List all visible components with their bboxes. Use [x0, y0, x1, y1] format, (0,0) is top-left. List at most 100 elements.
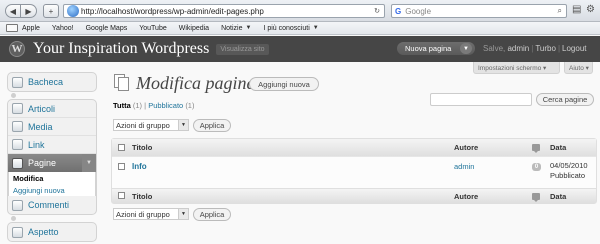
column-date[interactable]: Data	[550, 143, 566, 152]
bookmarks-book-icon[interactable]	[6, 24, 18, 32]
menu-item-dashboard[interactable]: Bacheca	[8, 73, 96, 91]
turbo-link[interactable]: Turbo	[535, 44, 556, 53]
status-filters: Tutta (1) | Pubblicato (1)	[113, 101, 194, 110]
greeting-text: Salve,	[483, 44, 508, 53]
help-tab[interactable]: Aiuto ▾	[564, 62, 593, 74]
new-page-button[interactable]: Nuova pagina ▼	[397, 42, 475, 55]
filter-published[interactable]: Pubblicato	[148, 101, 183, 110]
menu-item-links[interactable]: Link	[8, 136, 96, 154]
admin-header: W Your Inspiration Wordpress Visualizza …	[0, 36, 600, 62]
add-new-button[interactable]: Aggiungi nuova	[249, 77, 319, 91]
table-header: Titolo Autore Data	[112, 139, 596, 156]
chevron-down-icon[interactable]: ▼	[82, 154, 96, 172]
bookmark-piu-conosciuti[interactable]: I più conosciuti ▼	[263, 25, 318, 32]
column-title-footer[interactable]: Titolo	[132, 192, 152, 201]
page-title: Modifica pagine	[136, 73, 255, 93]
bookmark-notizie-label: Notizie	[221, 24, 243, 32]
gear-icon[interactable]: ⚙	[586, 4, 595, 15]
separator-dot	[11, 93, 16, 98]
apply-button-top[interactable]: Applica	[193, 119, 231, 132]
menu-item-label: Link	[28, 139, 45, 150]
filter-all[interactable]: Tutta	[113, 101, 131, 110]
menu-item-label: Pagine	[28, 158, 57, 168]
table-footer: Titolo Autore Data	[112, 188, 596, 203]
column-author: Autore	[454, 143, 479, 152]
bookmark-apple[interactable]: Apple	[22, 25, 40, 32]
pages-table: Titolo Autore Data Info admin 0 04/05/20…	[111, 138, 597, 204]
filter-separator: |	[144, 101, 147, 110]
bookmark-wikipedia[interactable]: Wikipedia	[179, 25, 209, 32]
bookmark-yahoo[interactable]: Yahoo!	[52, 25, 74, 32]
browser-toolbar: ◀ ▶ + http://localhost/wordpress/wp-admi…	[0, 0, 600, 22]
globe-icon	[67, 5, 79, 17]
bulk-actions-select-top[interactable]: Azioni di gruppo ▼	[113, 119, 189, 131]
menu-item-pages[interactable]: Pagine ▼	[8, 154, 96, 172]
pages-icon	[114, 74, 130, 92]
reload-icon[interactable]: ↻	[374, 7, 380, 15]
menu-item-appearance[interactable]: Aspetto	[8, 223, 96, 241]
back-button[interactable]: ◀	[5, 4, 21, 18]
column-date-footer[interactable]: Data	[550, 192, 566, 201]
bookmark-google-maps[interactable]: Google Maps	[86, 25, 128, 32]
wordpress-logo-icon: W	[9, 41, 25, 57]
address-bar[interactable]: http://localhost/wordpress/wp-admin/edit…	[63, 4, 385, 18]
reload-button[interactable]: +	[43, 4, 59, 18]
menu-separator	[7, 215, 97, 222]
media-icon	[12, 121, 23, 132]
site-title[interactable]: Your Inspiration Wordpress	[33, 40, 209, 58]
menu-item-comments[interactable]: Commenti	[8, 196, 96, 214]
chevron-down-icon: ▼	[245, 25, 252, 31]
table-row: Info admin 0 04/05/2010 Pubblicato	[112, 156, 596, 188]
separator-dot	[11, 216, 16, 221]
forward-button[interactable]: ▶	[21, 4, 37, 18]
search-bar[interactable]: G Google ⌕	[391, 4, 567, 18]
user-info: Salve, admin | Turbo | Logout	[483, 44, 587, 53]
bookmark-youtube[interactable]: YouTube	[139, 25, 167, 32]
select-all-checkbox[interactable]	[118, 143, 125, 151]
menu-group-content: Articoli Media Link Pagine ▼ Modifica Ag…	[7, 99, 97, 215]
comment-count-badge[interactable]: 0	[532, 163, 541, 171]
links-icon	[12, 139, 23, 150]
menu-item-media[interactable]: Media	[8, 118, 96, 136]
separator: |	[531, 44, 534, 53]
bookmark-notizie[interactable]: Notizie ▼	[221, 25, 251, 32]
apply-button-bottom[interactable]: Applica	[193, 208, 231, 221]
column-title[interactable]: Titolo	[132, 143, 152, 152]
submenu-item-add-new[interactable]: Aggiungi nuova	[9, 184, 95, 196]
menu-item-label: Commenti	[28, 200, 70, 210]
menu-group-dashboard: Bacheca	[7, 72, 97, 92]
row-title-link[interactable]: Info	[132, 162, 147, 171]
chevron-down-icon[interactable]: ▼	[460, 43, 472, 54]
search-pages-input[interactable]	[430, 93, 532, 106]
menu-item-label: Articoli	[28, 103, 56, 114]
username-link[interactable]: admin	[507, 44, 529, 53]
column-author-footer: Autore	[454, 191, 479, 201]
menu-item-label: Aspetto	[28, 227, 59, 237]
dashboard-icon	[12, 76, 23, 88]
select-all-checkbox-footer[interactable]	[118, 192, 125, 199]
bulk-actions-value: Azioni di gruppo	[116, 209, 170, 219]
bulk-actions-select-bottom[interactable]: Azioni di gruppo ▼	[113, 208, 189, 220]
new-page-label: Nuova pagina	[405, 44, 452, 53]
row-date: 04/05/2010 Pubblicato	[550, 161, 588, 181]
search-pages-button[interactable]: Cerca pagine	[536, 93, 594, 106]
logout-link[interactable]: Logout	[562, 44, 586, 53]
menu-item-label: Bacheca	[28, 77, 64, 87]
admin-menu: Bacheca Articoli Media Link Pagine ▼ Mod…	[7, 72, 97, 242]
page-menu-icon[interactable]: ▤	[572, 4, 581, 15]
comment-icon	[532, 144, 540, 153]
menu-group-appearance: Aspetto	[7, 222, 97, 242]
row-author-link[interactable]: admin	[454, 162, 474, 171]
page-sheet	[118, 77, 129, 91]
bulk-actions-value: Azioni di gruppo	[116, 120, 170, 130]
url-text: http://localhost/wordpress/wp-admin/edit…	[81, 6, 264, 16]
screen-options-tab[interactable]: Impostazioni schermo ▾	[473, 62, 560, 74]
chevron-down-icon: ▼	[312, 25, 319, 31]
menu-item-posts[interactable]: Articoli	[8, 100, 96, 118]
magnifier-icon[interactable]: ⌕	[558, 6, 562, 16]
plus-icon: +	[48, 6, 54, 16]
bookmarks-bar: Apple Yahoo! Google Maps YouTube Wikiped…	[0, 22, 600, 35]
visit-site-button[interactable]: Visualizza sito	[216, 43, 269, 55]
row-checkbox[interactable]	[118, 163, 125, 170]
submenu-item-edit[interactable]: Modifica	[9, 172, 95, 184]
